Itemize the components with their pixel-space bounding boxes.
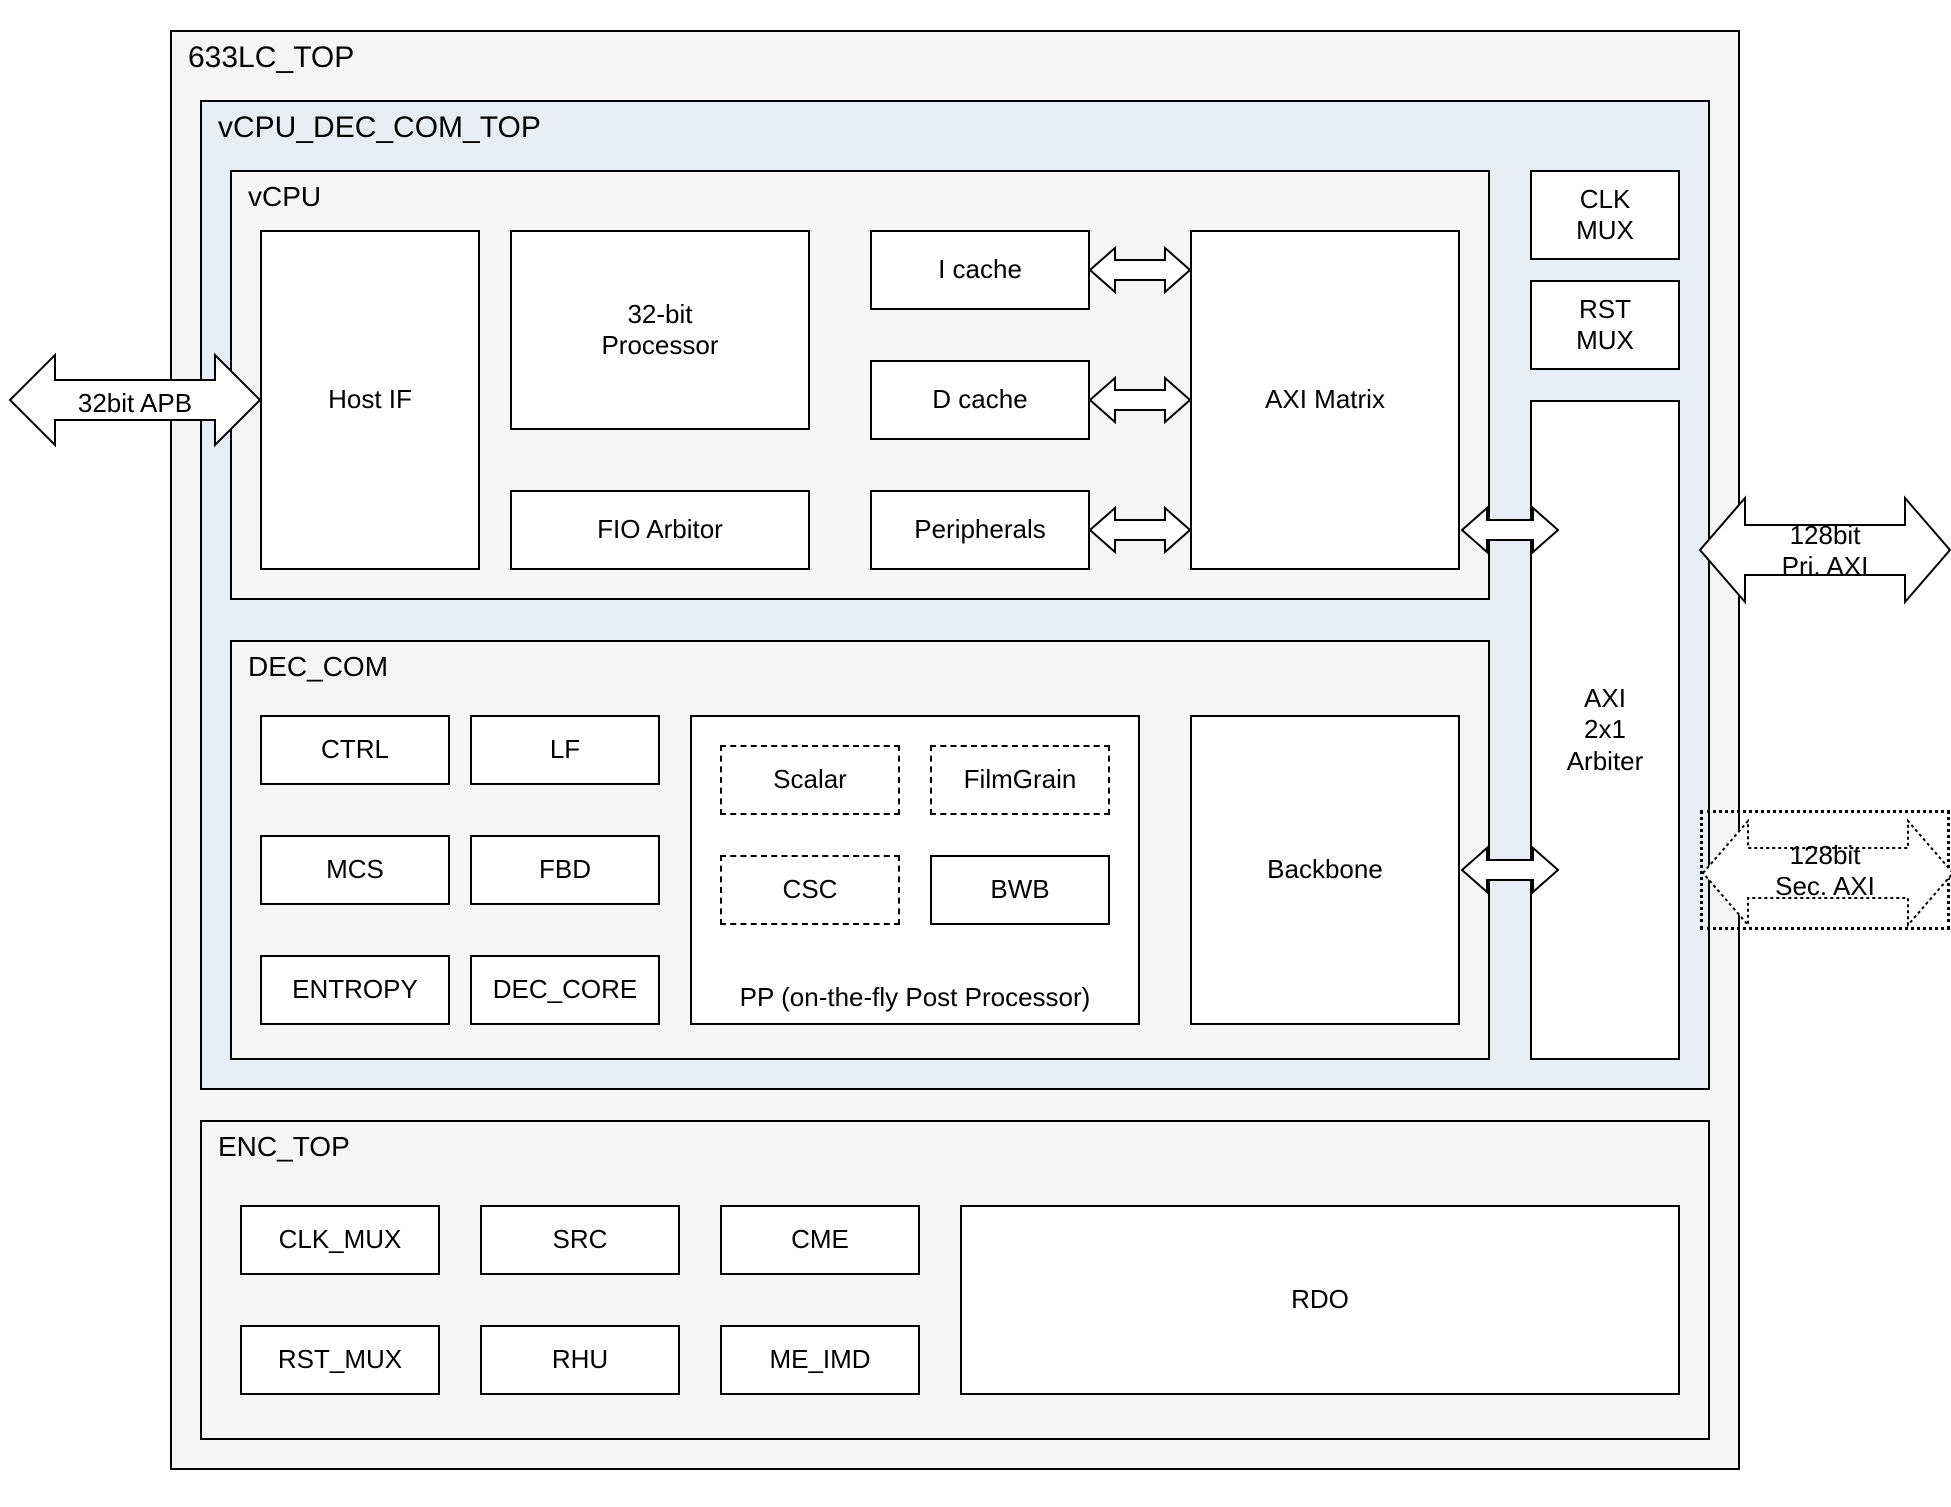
fbd-block: FBD [470, 835, 660, 905]
sec-axi-arrow-label: 128bit Sec. AXI [1745, 840, 1905, 902]
fio-arbitor-block: FIO Arbitor [510, 490, 810, 570]
enc-src-label: SRC [553, 1224, 608, 1255]
ctrl-block: CTRL [260, 715, 450, 785]
enc-top-title: ENC_TOP [218, 1130, 350, 1164]
backbone-label: Backbone [1267, 854, 1383, 885]
enc-clk-mux-block: CLK_MUX [240, 1205, 440, 1275]
filmgrain-block: FilmGrain [930, 745, 1110, 815]
axi-arbiter-block: AXI 2x1 Arbiter [1530, 400, 1680, 1060]
dcache-block: D cache [870, 360, 1090, 440]
csc-block: CSC [720, 855, 900, 925]
enc-src-block: SRC [480, 1205, 680, 1275]
periph-axi-arrow [1090, 505, 1190, 555]
apb-arrow-label: 32bit APB [22, 388, 248, 419]
mcs-label: MCS [326, 854, 384, 885]
icache-axi-arrow [1090, 245, 1190, 295]
dcache-label: D cache [932, 384, 1027, 415]
mcs-block: MCS [260, 835, 450, 905]
filmgrain-label: FilmGrain [964, 764, 1077, 795]
pp-title: PP (on-the-fly Post Processor) [740, 982, 1091, 1013]
icache-block: I cache [870, 230, 1090, 310]
enc-rst-mux-block: RST_MUX [240, 1325, 440, 1395]
backbone-arbiter-arrow [1462, 845, 1558, 895]
enc-clk-mux-label: CLK_MUX [279, 1224, 402, 1255]
host-if-label: Host IF [328, 384, 412, 415]
dec-core-label: DEC_CORE [493, 974, 637, 1005]
dec-core-block: DEC_CORE [470, 955, 660, 1025]
enc-rhu-block: RHU [480, 1325, 680, 1395]
icache-label: I cache [938, 254, 1022, 285]
csc-label: CSC [783, 874, 838, 905]
axi-matrix-label: AXI Matrix [1265, 384, 1385, 415]
dec-com-title: DEC_COM [248, 650, 388, 684]
pri-axi-arrow-label: 128bit Pri. AXI [1745, 520, 1905, 582]
scalar-block: Scalar [720, 745, 900, 815]
enc-rdo-block: RDO [960, 1205, 1680, 1395]
clk-mux-label: CLK MUX [1576, 184, 1634, 246]
lf-block: LF [470, 715, 660, 785]
rst-mux-block: RST MUX [1530, 280, 1680, 370]
bwb-label: BWB [990, 874, 1049, 905]
ctrl-label: CTRL [321, 734, 389, 765]
enc-rst-mux-label: RST_MUX [278, 1344, 402, 1375]
dcache-axi-arrow [1090, 375, 1190, 425]
rst-mux-label: RST MUX [1576, 294, 1634, 356]
enc-me-imd-label: ME_IMD [769, 1344, 870, 1375]
axi-arbiter-label: AXI 2x1 Arbiter [1567, 683, 1644, 777]
fio-arbitor-label: FIO Arbitor [597, 514, 723, 545]
host-if-block: Host IF [260, 230, 480, 570]
enc-rhu-label: RHU [552, 1344, 608, 1375]
entropy-block: ENTROPY [260, 955, 450, 1025]
backbone-block: Backbone [1190, 715, 1460, 1025]
enc-cme-block: CME [720, 1205, 920, 1275]
clk-mux-block: CLK MUX [1530, 170, 1680, 260]
enc-cme-label: CME [791, 1224, 849, 1255]
fbd-label: FBD [539, 854, 591, 885]
vcpu-title: vCPU [248, 180, 321, 214]
processor-block: 32-bit Processor [510, 230, 810, 430]
vcpu-dec-com-top-title: vCPU_DEC_COM_TOP [218, 110, 541, 146]
axi-matrix-block: AXI Matrix [1190, 230, 1460, 570]
peripherals-label: Peripherals [914, 514, 1046, 545]
vcpu-arbiter-arrow [1462, 505, 1558, 555]
scalar-label: Scalar [773, 764, 847, 795]
processor-label: 32-bit Processor [601, 299, 718, 361]
bwb-block: BWB [930, 855, 1110, 925]
peripherals-block: Peripherals [870, 490, 1090, 570]
lf-label: LF [550, 734, 580, 765]
top-title: 633LC_TOP [188, 40, 354, 76]
entropy-label: ENTROPY [292, 974, 418, 1005]
enc-rdo-label: RDO [1291, 1284, 1349, 1315]
enc-me-imd-block: ME_IMD [720, 1325, 920, 1395]
